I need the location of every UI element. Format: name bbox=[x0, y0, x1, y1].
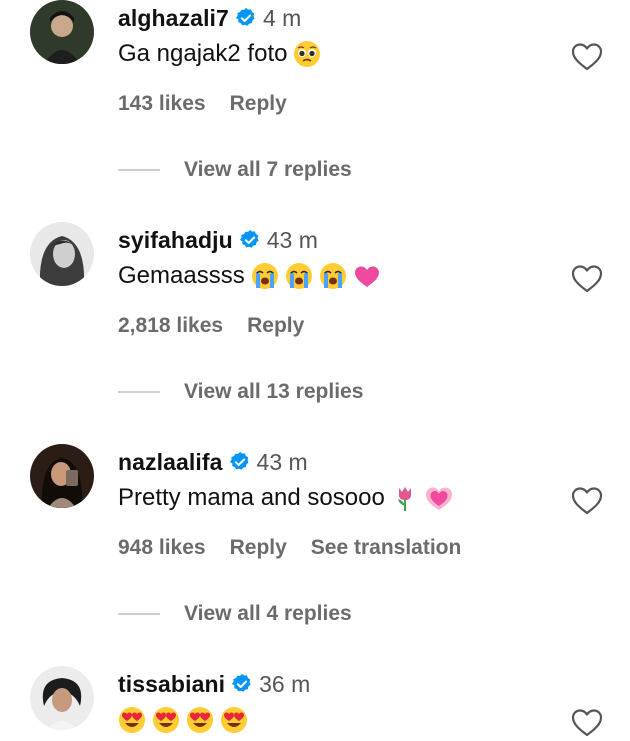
crying-face-emoji bbox=[251, 262, 279, 290]
username[interactable]: alghazali7 bbox=[118, 5, 229, 32]
comment-body: Gemaassss bbox=[118, 262, 245, 289]
growing-heart-emoji bbox=[425, 484, 453, 512]
reply-button[interactable]: Reply bbox=[230, 536, 287, 560]
view-replies[interactable]: View all 13 replies bbox=[118, 380, 363, 404]
comment-actions: 948 likes Reply See translation bbox=[118, 536, 485, 560]
pink-heart-emoji bbox=[353, 262, 381, 290]
heart-eyes-emoji bbox=[152, 706, 180, 734]
comment-body: Ga ngajak2 foto bbox=[118, 40, 288, 67]
comment-actions: 2,818 likes Reply bbox=[118, 314, 328, 338]
comment-timestamp: 43 m bbox=[256, 448, 308, 475]
comment-header: tissabiani 36 m bbox=[118, 668, 310, 700]
comment-item: alghazali7 4 m Ga ngajak2 foto 143 likes… bbox=[0, 0, 630, 222]
avatar[interactable] bbox=[30, 444, 94, 508]
username[interactable]: syifahadju bbox=[118, 227, 233, 254]
tulip-emoji bbox=[391, 484, 419, 512]
view-replies-label[interactable]: View all 13 replies bbox=[184, 380, 363, 404]
replies-divider bbox=[118, 169, 160, 171]
heart-eyes-emoji bbox=[186, 706, 214, 734]
like-heart-icon[interactable] bbox=[570, 484, 604, 518]
verified-badge-icon bbox=[235, 7, 257, 29]
comment-actions: 143 likes Reply bbox=[118, 92, 311, 116]
comment-timestamp: 4 m bbox=[262, 4, 302, 31]
likes-count[interactable]: 948 likes bbox=[118, 536, 206, 560]
replies-divider bbox=[118, 391, 160, 393]
comment-item: tissabiani 36 m bbox=[0, 666, 630, 741]
crying-face-emoji bbox=[319, 262, 347, 290]
crying-face-emoji bbox=[285, 262, 313, 290]
view-replies-label[interactable]: View all 7 replies bbox=[184, 158, 352, 182]
avatar[interactable] bbox=[30, 666, 94, 730]
verified-badge-icon bbox=[231, 673, 253, 695]
comment-item: nazlaalifa 43 m Pretty mama and sosooo 9… bbox=[0, 444, 630, 666]
pleading-face-emoji bbox=[293, 40, 321, 68]
like-heart-icon[interactable] bbox=[570, 262, 604, 296]
username[interactable]: nazlaalifa bbox=[118, 449, 223, 476]
view-replies-label[interactable]: View all 4 replies bbox=[184, 602, 352, 626]
replies-divider bbox=[118, 613, 160, 615]
comment-header: syifahadju 43 m bbox=[118, 224, 318, 256]
like-heart-icon[interactable] bbox=[570, 40, 604, 74]
see-translation-button[interactable]: See translation bbox=[311, 536, 462, 560]
reply-button[interactable]: Reply bbox=[247, 314, 304, 338]
comment-text: Ga ngajak2 foto bbox=[118, 40, 321, 68]
comment-timestamp: 43 m bbox=[266, 226, 318, 253]
comment-body: Pretty mama and sosooo bbox=[118, 484, 385, 511]
view-replies[interactable]: View all 7 replies bbox=[118, 158, 352, 182]
comment-timestamp: 36 m bbox=[259, 670, 311, 697]
heart-eyes-emoji bbox=[220, 706, 248, 734]
like-heart-icon[interactable] bbox=[570, 706, 604, 740]
avatar[interactable] bbox=[30, 0, 94, 64]
view-replies[interactable]: View all 4 replies bbox=[118, 602, 352, 626]
comment-text: Pretty mama and sosooo bbox=[118, 484, 453, 512]
comment-text bbox=[112, 706, 248, 734]
avatar[interactable] bbox=[30, 222, 94, 286]
verified-badge-icon bbox=[229, 451, 251, 473]
likes-count[interactable]: 2,818 likes bbox=[118, 314, 223, 338]
heart-eyes-emoji bbox=[118, 706, 146, 734]
comment-item: syifahadju 43 m Gemaassss 2,818 likes Re… bbox=[0, 222, 630, 444]
comment-text: Gemaassss bbox=[118, 262, 381, 290]
reply-button[interactable]: Reply bbox=[230, 92, 287, 116]
comment-header: alghazali7 4 m bbox=[118, 2, 301, 34]
verified-badge-icon bbox=[239, 229, 261, 251]
likes-count[interactable]: 143 likes bbox=[118, 92, 206, 116]
comment-header: nazlaalifa 43 m bbox=[118, 446, 308, 478]
username[interactable]: tissabiani bbox=[118, 671, 225, 698]
